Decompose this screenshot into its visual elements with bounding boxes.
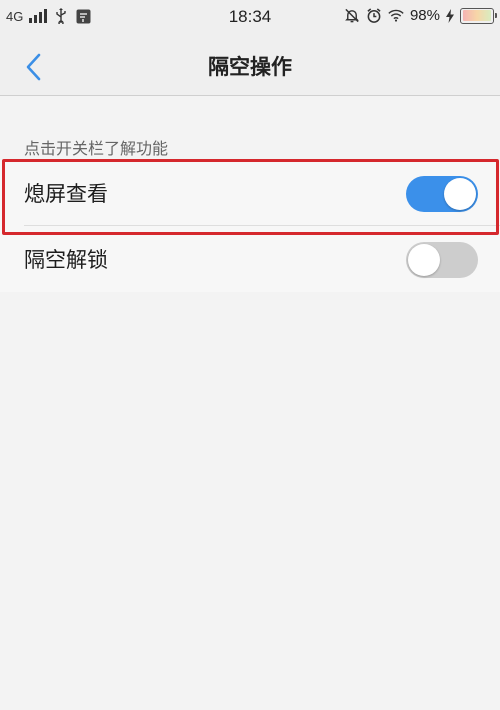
battery-level: [462, 10, 491, 21]
toggle-knob: [408, 244, 440, 276]
page-title: 隔空操作: [208, 55, 292, 79]
status-right: 98%: [344, 7, 497, 24]
battery-percent: 98%: [409, 7, 440, 24]
air-unlock-toggle[interactable]: [406, 242, 478, 278]
setting-row-screen-off-view[interactable]: 熄屏查看: [0, 160, 500, 226]
settings-list: 熄屏查看 隔空解锁: [0, 160, 500, 292]
wifi-icon: [388, 8, 404, 24]
alarm-icon: [366, 8, 382, 24]
status-bar: 4G 18:34 98%: [0, 0, 500, 36]
setting-row-air-unlock[interactable]: 隔空解锁: [0, 226, 500, 292]
battery-icon: [460, 7, 497, 24]
section-hint: 点击开关栏了解功能: [24, 139, 169, 158]
setting-label: 熄屏查看: [24, 182, 108, 206]
setting-label: 隔空解锁: [24, 248, 108, 272]
toggle-knob: [444, 178, 476, 210]
nav-bar: 隔空操作: [0, 36, 500, 96]
charging-icon: [446, 8, 454, 24]
screen-off-view-toggle[interactable]: [406, 176, 478, 212]
mute-bell-icon: [344, 8, 360, 24]
